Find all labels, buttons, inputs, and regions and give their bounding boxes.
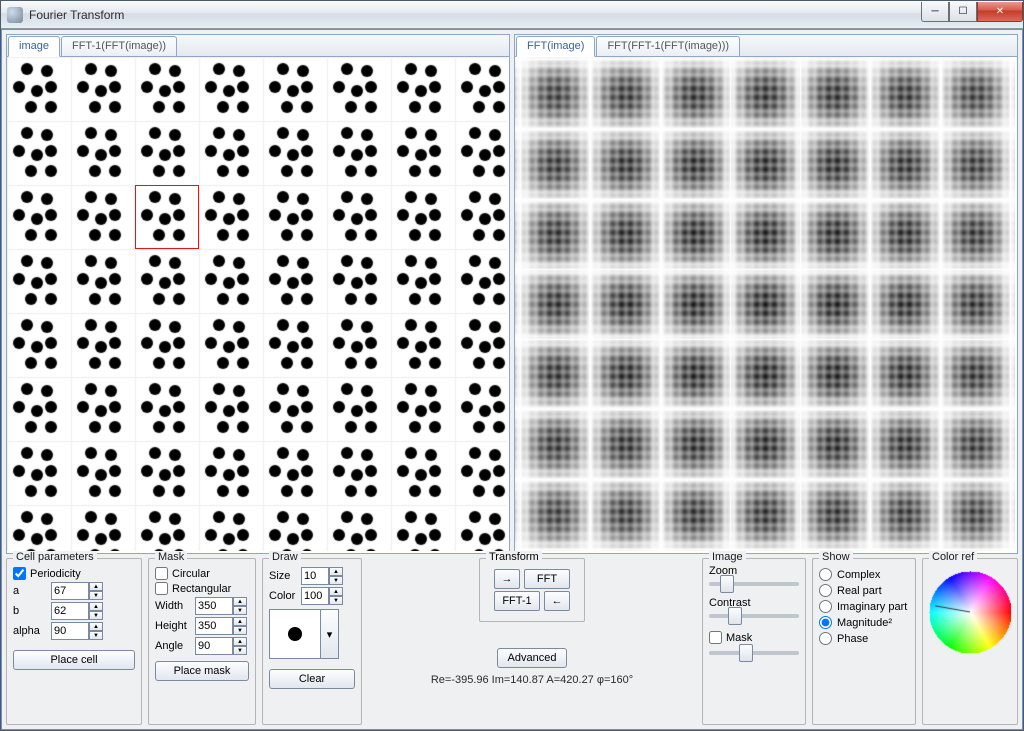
draw-group: Draw Size▲▼ Color▲▼ ▾ Clear bbox=[262, 558, 362, 725]
ifft-arrow-left-icon[interactable]: ← bbox=[544, 591, 570, 611]
color-wheel[interactable] bbox=[929, 571, 1011, 653]
alpha-down[interactable]: ▼ bbox=[89, 631, 103, 640]
right-tabstrip: FFT(image) FFT(FFT-1(FFT(image))) bbox=[515, 35, 1017, 57]
view-panes: image FFT-1(FFT(image)) FFT(image) FFT(F… bbox=[6, 34, 1018, 554]
fft-canvas[interactable] bbox=[515, 57, 1015, 551]
a-spinner[interactable]: ▲▼ bbox=[51, 582, 103, 600]
contrast-slider[interactable] bbox=[709, 614, 799, 618]
window-buttons: ─ ☐ ✕ bbox=[921, 2, 1023, 22]
show-phase[interactable]: Phase bbox=[819, 632, 909, 645]
left-tabpane: image FFT-1(FFT(image)) bbox=[6, 34, 510, 554]
show-group: Show Complex Real part Imaginary part Ma… bbox=[812, 558, 916, 725]
periodicity-checkbox[interactable] bbox=[13, 567, 26, 580]
controls-row: Cell parameters Periodicity a ▲▼ b ▲▼ al… bbox=[6, 558, 1018, 725]
place-mask-button[interactable]: Place mask bbox=[155, 661, 249, 681]
show-real[interactable]: Real part bbox=[819, 584, 909, 597]
status-readout: Re=-395.96 Im=140.87 A=420.27 φ=160° bbox=[431, 674, 633, 686]
cell-selection bbox=[135, 185, 199, 249]
show-mag2[interactable]: Magnitude² bbox=[819, 616, 909, 629]
a-down[interactable]: ▼ bbox=[89, 591, 103, 600]
brush-dot-icon bbox=[288, 627, 302, 641]
java-icon bbox=[7, 7, 23, 23]
window-title: Fourier Transform bbox=[29, 8, 921, 22]
image-canvas[interactable] bbox=[7, 57, 507, 551]
b-down[interactable]: ▼ bbox=[89, 611, 103, 620]
zoom-slider[interactable] bbox=[709, 582, 799, 586]
image-group: Image Zoom Contrast Mask bbox=[702, 558, 806, 725]
show-imag[interactable]: Imaginary part bbox=[819, 600, 909, 613]
ifft-button[interactable]: FFT-1 bbox=[494, 591, 540, 611]
app-window: Fourier Transform ─ ☐ ✕ image FFT-1(FFT(… bbox=[0, 0, 1024, 731]
mask-height-spinner[interactable]: ▲▼ bbox=[195, 617, 247, 635]
b-spinner[interactable]: ▲▼ bbox=[51, 602, 103, 620]
alpha-spinner[interactable]: ▲▼ bbox=[51, 622, 103, 640]
brush-combo-arrow[interactable]: ▾ bbox=[320, 610, 338, 658]
mask-width-spinner[interactable]: ▲▼ bbox=[195, 597, 247, 615]
place-cell-button[interactable]: Place cell bbox=[13, 650, 135, 670]
right-tabpane: FFT(image) FFT(FFT-1(FFT(image))) bbox=[514, 34, 1018, 554]
transform-group: Transform → FFT FFT-1 ← bbox=[479, 558, 585, 622]
clear-button[interactable]: Clear bbox=[269, 669, 355, 689]
brush-combo[interactable]: ▾ bbox=[269, 609, 339, 659]
draw-color-spinner[interactable]: ▲▼ bbox=[301, 587, 343, 605]
minimize-button[interactable]: ─ bbox=[921, 2, 949, 22]
cell-legend: Cell parameters bbox=[13, 551, 97, 563]
fft-button[interactable]: FFT bbox=[524, 569, 570, 589]
image-mask-check[interactable]: Mask bbox=[709, 631, 799, 644]
cell-parameters-group: Cell parameters Periodicity a ▲▼ b ▲▼ al… bbox=[6, 558, 142, 725]
image-canvas-wrap[interactable] bbox=[7, 57, 509, 553]
b-up[interactable]: ▲ bbox=[89, 602, 103, 611]
alpha-up[interactable]: ▲ bbox=[89, 622, 103, 631]
circular-check[interactable]: Circular bbox=[155, 567, 249, 580]
advanced-button[interactable]: Advanced bbox=[497, 648, 568, 668]
close-button[interactable]: ✕ bbox=[977, 2, 1023, 22]
tab-fft-chain[interactable]: FFT(FFT-1(FFT(image))) bbox=[596, 36, 740, 57]
tab-image[interactable]: image bbox=[8, 36, 60, 57]
a-up[interactable]: ▲ bbox=[89, 582, 103, 591]
mask-group: Mask Circular Rectangular Width▲▼ Height… bbox=[148, 558, 256, 725]
show-complex[interactable]: Complex bbox=[819, 568, 909, 581]
maximize-button[interactable]: ☐ bbox=[949, 2, 977, 22]
fft-arrow-right-icon[interactable]: → bbox=[494, 569, 520, 589]
rectangular-check[interactable]: Rectangular bbox=[155, 582, 249, 595]
tab-fft[interactable]: FFT(image) bbox=[516, 36, 595, 57]
mask-slider[interactable] bbox=[709, 651, 799, 655]
transform-area: Transform → FFT FFT-1 ← Advanced Re=-395… bbox=[368, 558, 696, 725]
colorref-group: Color ref bbox=[922, 558, 1018, 725]
fft-canvas-wrap[interactable] bbox=[515, 57, 1017, 553]
periodicity-check[interactable]: Periodicity bbox=[13, 567, 135, 580]
draw-size-spinner[interactable]: ▲▼ bbox=[301, 567, 343, 585]
left-tabstrip: image FFT-1(FFT(image)) bbox=[7, 35, 509, 57]
mask-angle-spinner[interactable]: ▲▼ bbox=[195, 637, 247, 655]
client-area: image FFT-1(FFT(image)) FFT(image) FFT(F… bbox=[1, 29, 1023, 730]
tab-ifft-fft[interactable]: FFT-1(FFT(image)) bbox=[61, 36, 177, 57]
title-bar[interactable]: Fourier Transform ─ ☐ ✕ bbox=[1, 1, 1023, 29]
